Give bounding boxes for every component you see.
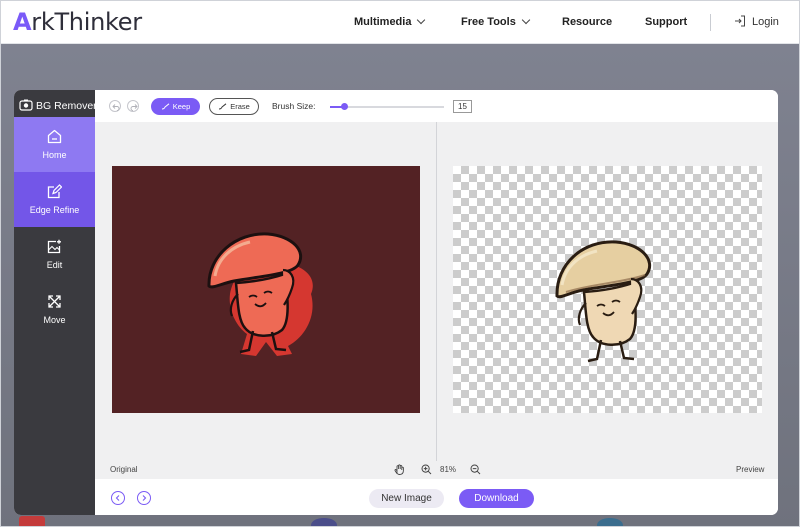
brush-erase-icon [219,103,227,110]
compare-divider [436,122,437,461]
edit-square-icon [47,184,62,199]
home-icon [47,129,62,144]
login-link[interactable]: Login [734,15,779,28]
chevron-down-icon [417,15,426,25]
previous-image-button[interactable] [111,491,125,505]
brush-size-slider[interactable] [330,103,444,110]
chevron-down-icon [521,15,531,25]
sidebar-item-edge-refine[interactable]: Edge Refine [14,172,95,227]
zoom-level: 81% [440,465,457,474]
sidebar-item-move[interactable]: Move [14,282,95,337]
slider-handle[interactable] [341,103,348,110]
undo-button[interactable] [109,100,121,112]
image-add-icon [47,239,61,254]
zoom-in-icon[interactable] [421,464,432,475]
brush-size-value[interactable]: 15 [453,100,472,113]
nav-free-tools[interactable]: Free Tools [461,15,531,28]
arkthinker-logo[interactable]: ArkThinker [13,8,142,36]
editor-toolbar: Keep Erase Brush Size: 15 [95,90,778,122]
new-image-button[interactable]: New Image [369,489,444,508]
zoom-out-icon[interactable] [470,464,481,475]
nav-resource[interactable]: Resource [562,16,612,28]
bg-remover-modal: BG Remover Home Edge Refine Edit Move Ke… [14,90,778,515]
chevron-right-icon [142,495,147,501]
nav-divider [710,14,711,31]
sidebar-item-edit[interactable]: Edit [14,227,95,282]
bg-remover-logo-icon [19,99,33,111]
mushroom-preview-image [555,240,651,363]
move-arrows-icon [48,295,61,308]
preview-label: Preview [736,465,765,474]
login-icon [735,15,745,27]
top-nav: ArkThinker Multimedia Free Tools Resourc… [1,1,799,44]
next-image-button[interactable] [137,491,151,505]
undo-icon [112,104,120,111]
download-button[interactable]: Download [459,489,534,508]
nav-support[interactable]: Support [645,16,687,28]
original-label: Original [110,465,138,474]
keep-brush-button[interactable]: Keep [151,98,200,115]
original-image-canvas[interactable] [112,166,420,413]
browser-page: ArkThinker Multimedia Free Tools Resourc… [0,0,800,527]
erase-brush-button[interactable]: Erase [209,98,259,115]
chevron-left-icon [115,495,120,501]
redo-icon [130,104,138,111]
editor-footer: New Image Download [95,479,778,515]
preview-image-canvas[interactable] [453,166,762,413]
background-thumbnail [311,518,337,526]
redo-button[interactable] [127,100,139,112]
status-bar: Original 81% Preview [95,461,778,479]
brush-keep-icon [161,103,170,110]
editor-workspace [95,122,778,461]
brush-size-label: Brush Size: [272,101,316,111]
mushroom-original-image [207,232,313,356]
app-title: BG Remover [14,90,97,117]
background-thumbnail [19,516,45,526]
background-thumbnail [597,518,623,526]
hand-pan-icon[interactable] [394,464,405,475]
sidebar-item-home[interactable]: Home [14,117,95,172]
sidebar: BG Remover Home Edge Refine Edit Move [14,90,97,515]
nav-multimedia[interactable]: Multimedia [354,15,426,28]
